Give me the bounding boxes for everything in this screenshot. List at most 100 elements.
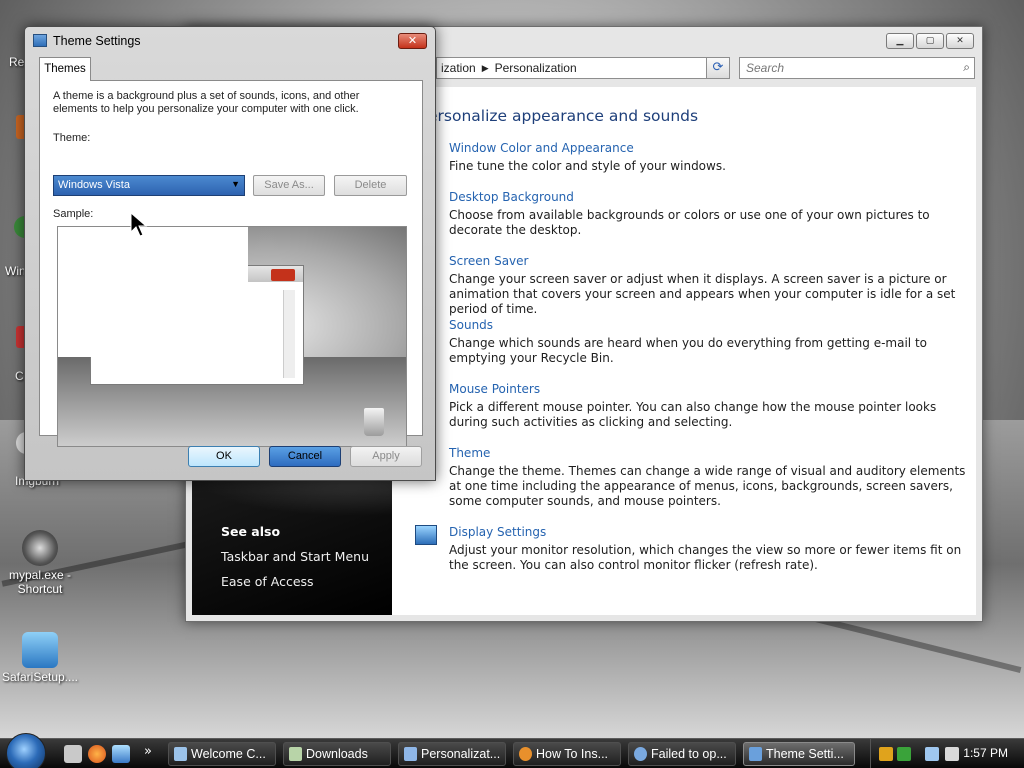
system-tray: 1:57 PM <box>870 739 1024 768</box>
search-icon[interactable]: ⌕ <box>963 60 970 75</box>
desktop-icon-label: C <box>15 369 24 383</box>
start-button[interactable] <box>6 733 46 768</box>
theme-settings-dialog[interactable]: Theme Settings ✕ Themes A theme is a bac… <box>24 26 436 481</box>
task-link[interactable]: Sounds <box>449 318 969 332</box>
delete-button[interactable]: Delete <box>334 175 407 196</box>
shield-icon[interactable] <box>879 747 893 761</box>
task-description: Change your screen saver or adjust when … <box>449 272 956 316</box>
task-link[interactable]: Desktop Background <box>449 190 969 204</box>
task-description: Pick a different mouse pointer. You can … <box>449 400 937 429</box>
recycle-bin-icon <box>364 408 384 436</box>
taskbar-item-label: Downloads <box>306 747 368 761</box>
task-description: Change which sounds are heard when you d… <box>449 336 927 365</box>
breadcrumb-separator-icon: ▶ <box>481 62 489 73</box>
taskbar-item-label: Theme Setti... <box>766 747 844 761</box>
desktop-icon-mypal[interactable]: mypal.exe - Shortcut <box>0 530 80 596</box>
firefox-icon <box>519 747 532 761</box>
display-settings-icon <box>33 34 47 47</box>
raccoon-icon <box>22 530 58 566</box>
theme-sample-preview <box>57 226 407 447</box>
desktop-icon-safari-setup[interactable]: SafariSetup.... <box>0 632 80 684</box>
mouse-pointer-icon <box>130 212 148 237</box>
sample-label: Sample: <box>53 208 94 220</box>
task-window-color: Window Color and Appearance Fine tune th… <box>449 141 969 174</box>
globe-icon <box>634 747 647 761</box>
decorative-swirl <box>192 476 392 516</box>
theme-select[interactable]: Windows Vista ▼ <box>53 175 245 196</box>
firefox-icon[interactable] <box>88 745 106 763</box>
installer-icon <box>22 632 58 668</box>
quicklaunch-overflow-icon[interactable]: » <box>144 744 152 759</box>
search-placeholder: Search <box>746 61 785 75</box>
task-display-settings: Display Settings Adjust your monitor res… <box>449 525 969 573</box>
task-link[interactable]: Window Color and Appearance <box>449 141 969 155</box>
theme-label: Theme: <box>53 132 91 144</box>
close-button[interactable]: ✕ <box>946 33 974 49</box>
search-input[interactable]: Search ⌕ <box>739 57 975 79</box>
control-panel-icon <box>404 747 417 761</box>
tab-themes[interactable]: Themes <box>39 57 91 81</box>
switch-windows-icon[interactable] <box>112 745 130 763</box>
breadcrumb-item[interactable]: ization <box>441 61 476 75</box>
display-settings-icon <box>749 747 762 761</box>
taskbar-item[interactable]: Welcome C... <box>168 742 276 766</box>
ok-button[interactable]: OK <box>188 446 260 467</box>
theme-description: A theme is a background plus a set of so… <box>53 90 360 115</box>
main-content: ersonalize appearance and sounds Window … <box>392 87 976 615</box>
save-as-button[interactable]: Save As... <box>253 175 325 196</box>
task-screen-saver: Screen Saver Change your screen saver or… <box>449 254 969 317</box>
document-icon <box>174 747 187 761</box>
see-also-link-taskbar[interactable]: Taskbar and Start Menu <box>221 549 369 564</box>
task-link[interactable]: Screen Saver <box>449 254 969 268</box>
task-description: Fine tune the color and style of your wi… <box>449 159 726 173</box>
chevron-down-icon: ▼ <box>231 179 240 189</box>
window-caption-buttons: ▁ ▢ ✕ <box>886 33 974 49</box>
taskbar-item[interactable]: Downloads <box>283 742 391 766</box>
task-description: Change the theme. Themes can change a wi… <box>449 464 966 508</box>
sample-scrollbar <box>283 290 295 378</box>
taskbar-item-active[interactable]: Theme Setti... <box>743 742 855 766</box>
refresh-button[interactable]: ⟳ <box>706 57 730 79</box>
dialog-title: Theme Settings <box>53 34 141 48</box>
checkmark-icon[interactable] <box>897 747 911 761</box>
sample-window-inactive <box>58 227 248 357</box>
taskbar-item-label: How To Ins... <box>536 747 609 761</box>
clock[interactable]: 1:57 PM <box>963 746 1008 760</box>
desktop-icon-label: SafariSetup.... <box>1 670 79 684</box>
minimize-button[interactable]: ▁ <box>886 33 914 49</box>
left-pane: See also Taskbar and Start Menu Ease of … <box>192 476 392 615</box>
desktop-icon-label: Win <box>5 264 26 278</box>
task-link[interactable]: Mouse Pointers <box>449 382 969 396</box>
desktop-icon-label: mypal.exe - Shortcut <box>8 568 72 596</box>
see-also-heading: See also <box>221 524 281 539</box>
breadcrumb-item[interactable]: Personalization <box>495 61 577 75</box>
task-description: Adjust your monitor resolution, which ch… <box>449 543 962 572</box>
page-title: ersonalize appearance and sounds <box>428 107 699 125</box>
taskbar-item[interactable]: Personalizat... <box>398 742 506 766</box>
task-description: Choose from available backgrounds or col… <box>449 208 930 237</box>
task-theme: Theme Change the theme. Themes can chang… <box>449 446 969 509</box>
volume-icon[interactable] <box>945 747 959 761</box>
close-button[interactable]: ✕ <box>398 33 427 49</box>
show-desktop-icon[interactable] <box>64 745 82 763</box>
taskbar-item[interactable]: How To Ins... <box>513 742 621 766</box>
address-bar[interactable]: ization ▶ Personalization ▼ <box>436 57 720 79</box>
task-desktop-background: Desktop Background Choose from available… <box>449 190 969 238</box>
network-icon[interactable] <box>925 747 939 761</box>
task-sounds: Sounds Change which sounds are heard whe… <box>449 318 969 366</box>
taskbar-item-label: Personalizat... <box>421 747 501 761</box>
taskbar-item-label: Welcome C... <box>191 747 266 761</box>
maximize-button[interactable]: ▢ <box>916 33 944 49</box>
see-also-link-ease-of-access[interactable]: Ease of Access <box>221 574 314 589</box>
cancel-button[interactable]: Cancel <box>269 446 341 467</box>
task-link[interactable]: Theme <box>449 446 969 460</box>
themes-tab-page: A theme is a background plus a set of so… <box>39 80 423 447</box>
theme-select-value: Windows Vista <box>58 179 130 191</box>
sample-close-icon <box>271 269 295 281</box>
desktop-icon-label: Re <box>9 55 25 69</box>
taskbar: » Welcome C... Downloads Personalizat...… <box>0 733 1024 768</box>
apply-button[interactable]: Apply <box>350 446 422 467</box>
task-link[interactable]: Display Settings <box>449 525 969 539</box>
taskbar-item[interactable]: Failed to op... <box>628 742 736 766</box>
task-mouse-pointers: Mouse Pointers Pick a different mouse po… <box>449 382 969 430</box>
